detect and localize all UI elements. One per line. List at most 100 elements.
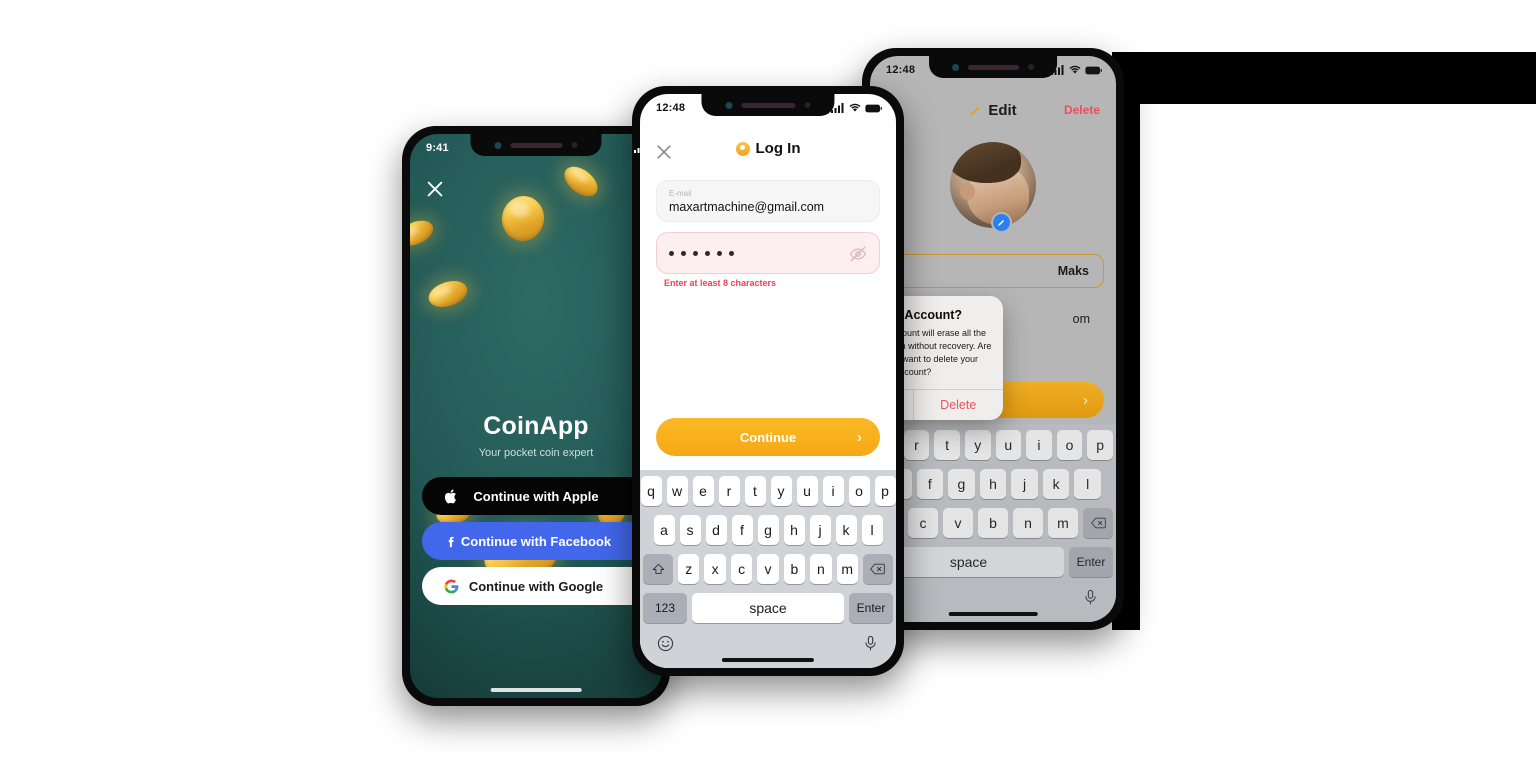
continue-with-google-label: Continue with Google [468,578,604,594]
wifi-icon [849,103,861,112]
key[interactable]: b [978,508,1008,538]
key[interactable]: v [757,554,779,584]
key[interactable]: p [874,476,896,506]
microphone-icon[interactable] [1082,589,1099,606]
key[interactable]: u [995,430,1022,460]
battery-icon [865,104,882,112]
key[interactable]: p [1087,430,1113,460]
continue-with-facebook-label: Continue with Facebook [460,533,612,549]
keyboard-bottom-bar [873,586,1113,606]
dialog-delete-button[interactable]: Delete [912,390,1004,421]
key[interactable]: v [943,508,973,538]
key[interactable]: r [718,476,740,506]
sensor-icon [804,102,811,108]
key[interactable]: g [948,469,975,499]
key[interactable]: t [744,476,766,506]
key[interactable]: y [770,476,792,506]
password-input[interactable] [656,232,880,274]
key[interactable]: q [640,476,662,506]
email-value: maxartmachine@gmail.com [669,200,825,214]
key[interactable]: j [1011,469,1038,499]
key[interactable]: n [1013,508,1043,538]
key[interactable]: i [1026,430,1052,460]
profile-header: Edit Delete [870,102,1116,128]
eye-off-icon[interactable] [849,245,867,263]
key[interactable]: k [835,515,857,545]
key[interactable]: j [809,515,831,545]
key[interactable]: d [705,515,727,545]
key[interactable]: o [1056,430,1083,460]
key[interactable]: h [783,515,805,545]
password-error: Enter at least 8 characters [664,278,777,288]
continue-with-apple-button[interactable]: Continue with Apple [422,477,650,515]
key[interactable]: m [1048,508,1078,538]
key[interactable]: w [666,476,688,506]
key[interactable]: l [861,515,883,545]
continue-with-facebook-button[interactable]: Continue with Facebook [422,522,650,560]
social-login-group: Continue with Apple Continue with Facebo… [422,477,650,612]
key[interactable]: t [934,430,960,460]
key[interactable]: u [796,476,818,506]
key[interactable]: s [679,515,701,545]
key[interactable]: z [678,554,700,584]
emoji-icon[interactable] [657,635,674,652]
notch [470,134,602,156]
delete-label: Delete [1063,103,1100,117]
key[interactable]: k [1042,469,1070,499]
enter-key[interactable]: Enter [849,593,893,623]
key[interactable]: r [903,430,930,460]
delete-button[interactable]: Delete [1064,103,1100,117]
key[interactable]: m [836,554,858,584]
name-field[interactable]: Maks [870,254,1104,288]
key[interactable]: c [730,554,753,584]
key[interactable]: b [783,554,806,584]
pencil-icon [970,106,980,116]
enter-key[interactable]: Enter [1069,547,1113,577]
password-dot [717,250,722,256]
backspace-key[interactable] [1083,508,1113,538]
key[interactable]: x [704,554,726,584]
home-indicator [948,612,1038,616]
sensor-icon [571,142,578,148]
backspace-icon [870,563,886,575]
key[interactable]: h [979,469,1007,499]
avatar-edit-button[interactable] [991,212,1012,233]
shift-icon [652,563,664,574]
status-icons [634,143,648,153]
key[interactable]: e [692,476,714,506]
key[interactable]: f [731,515,753,545]
key[interactable]: y [964,430,991,460]
password-dot [669,250,674,256]
close-icon[interactable] [424,178,446,200]
keyboard-bottom-bar [643,632,893,652]
shift-key[interactable] [643,554,674,584]
continue-with-google-button[interactable]: Continue with Google [422,567,650,605]
key[interactable]: c [908,508,938,538]
home-indicator [490,688,582,692]
status-time: 12:48 [656,102,686,114]
key[interactable]: a [653,515,675,545]
page-title: Log In [640,140,896,157]
key[interactable]: i [822,476,844,506]
signal-icon [634,143,647,153]
key[interactable]: f [916,469,944,499]
key[interactable]: l [1074,469,1102,499]
status-icons [831,103,882,113]
chevron-right-icon: › [857,428,862,446]
keyboard-row-3: z x c v b n m [643,554,893,584]
microphone-icon[interactable] [862,635,879,652]
email-label: E-mail [669,189,692,198]
email-input[interactable]: E-mail maxartmachine@gmail.com [656,180,880,222]
continue-button[interactable]: Continue › [656,418,880,456]
facebook-icon [444,534,459,549]
coin-decoration [425,276,471,312]
numbers-key[interactable]: 123 [643,593,687,623]
key[interactable]: g [757,515,779,545]
coin-decoration-main [497,192,549,245]
backspace-key[interactable] [862,554,893,584]
notch [701,94,835,116]
continue-label: Continue [739,429,797,445]
key[interactable]: n [810,554,832,584]
space-key[interactable]: space [692,593,844,623]
key[interactable]: o [848,476,870,506]
